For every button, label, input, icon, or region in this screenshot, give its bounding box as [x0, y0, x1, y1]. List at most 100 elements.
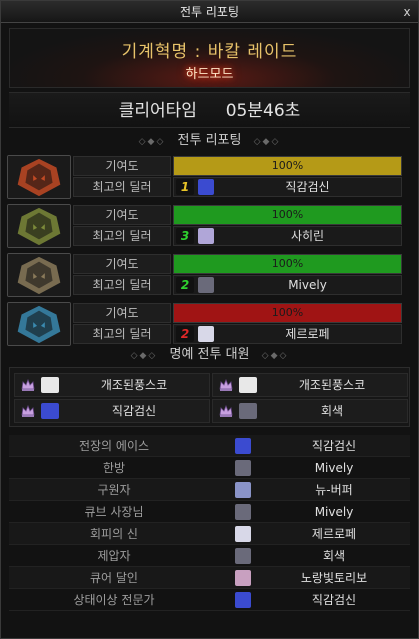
section-title-report: ◇◆◇ 전투 리포팅 ◇◆◇	[9, 130, 410, 152]
rank-badge: 1	[176, 179, 194, 195]
dealer-name: 제르로페	[285, 327, 330, 341]
award-title: 회피의 신	[90, 527, 138, 541]
award-row[interactable]: 상태이상 전문가 직감검신	[9, 589, 410, 611]
award-row[interactable]: 구원자 뉴-버퍼	[9, 479, 410, 501]
character-avatar	[198, 179, 214, 195]
section-title-honor: ◇◆◇ 명예 전투 대원 ◇◆◇	[9, 344, 410, 366]
character-avatar	[41, 403, 59, 419]
best-dealer[interactable]: 2 Mively	[173, 275, 402, 295]
battle-report-window: 전투 리포팅 x 기계혁명 : 바칼 레이드 하드모드 클리어타임 05분46초…	[0, 0, 419, 639]
divider-ornament: ◇◆◇	[138, 137, 166, 147]
award-title: 큐어 달인	[90, 571, 138, 585]
award-row[interactable]: 제압자 회색	[9, 545, 410, 567]
contribution-label: 기여도	[73, 303, 171, 323]
award-row[interactable]: 회피의 신 제르로페	[9, 523, 410, 545]
dealer-name: Mively	[288, 278, 327, 292]
award-list: 전장의 에이스 직감검신한방 Mively 구원자 뉴-버퍼큐브 사장님 Mively 회피…	[9, 435, 410, 611]
divider-ornament: ◇◆◇	[261, 351, 289, 361]
award-title: 구원자	[97, 483, 131, 497]
contribution-value: 100%	[271, 208, 304, 221]
contribution-label: 기여도	[73, 254, 171, 274]
award-title: 전장의 에이스	[78, 439, 150, 453]
honor-member[interactable]: 개조된풍스코	[212, 373, 408, 397]
contribution-value: 100%	[271, 159, 304, 172]
best-dealer[interactable]: 1 직감검신	[173, 177, 402, 197]
best-dealer-label: 최고의 딜러	[73, 275, 171, 295]
contribution-bar: 100%	[173, 205, 402, 225]
rank-badge: 2	[176, 277, 194, 293]
honor-member-name: 직감검신	[111, 404, 157, 418]
award-title: 한방	[102, 461, 126, 475]
award-title: 상태이상 전문가	[73, 593, 155, 607]
character-avatar	[235, 526, 251, 542]
boss-portrait	[7, 302, 71, 346]
difficulty-mode: 하드모드	[185, 67, 234, 82]
character-avatar	[235, 482, 251, 498]
divider-ornament: ◇◆◇	[253, 137, 281, 147]
award-winner-name: 제르로페	[311, 527, 357, 541]
award-winner-name: Mively	[314, 505, 354, 519]
best-dealer-label: 최고의 딜러	[73, 177, 171, 197]
contribution-label: 기여도	[73, 156, 171, 176]
boss-row: 기여도 최고의 딜러 100% 1 직감검신	[7, 155, 412, 199]
close-icon[interactable]: x	[400, 5, 414, 19]
honor-member-name: 개조된풍스코	[100, 378, 168, 392]
award-winner-name: 노랑빛토리보	[300, 571, 368, 585]
best-dealer[interactable]: 3 사히린	[173, 226, 402, 246]
rank-badge: 3	[176, 228, 194, 244]
character-avatar	[235, 570, 251, 586]
award-row[interactable]: 큐어 달인 노랑빛토리보	[9, 567, 410, 589]
divider-ornament: ◇◆◇	[130, 351, 158, 361]
boss-portrait	[7, 204, 71, 248]
contribution-value: 100%	[271, 306, 304, 319]
character-avatar	[198, 228, 214, 244]
character-avatar	[41, 377, 59, 393]
character-avatar	[235, 438, 251, 454]
award-title: 제압자	[97, 549, 131, 563]
contribution-label: 기여도	[73, 205, 171, 225]
raid-name: 기계혁명 : 바칼 레이드	[121, 42, 298, 62]
boss-row: 기여도 최고의 딜러 100% 2 제르로페	[7, 302, 412, 346]
clear-time-label: 클리어타임	[118, 101, 197, 121]
window-titlebar[interactable]: 전투 리포팅 x	[1, 1, 418, 23]
character-avatar	[235, 592, 251, 608]
contribution-bar: 100%	[173, 156, 402, 176]
honor-member[interactable]: 회색	[212, 399, 408, 423]
crown-icon	[219, 404, 233, 417]
award-row[interactable]: 한방 Mively	[9, 457, 410, 479]
award-winner-name: 회색	[322, 549, 346, 563]
award-row[interactable]: 큐브 사장님 Mively	[9, 501, 410, 523]
best-dealer-label: 최고의 딜러	[73, 226, 171, 246]
best-dealer[interactable]: 2 제르로페	[173, 324, 402, 344]
boss-row: 기여도 최고의 딜러 100% 3 사히린	[7, 204, 412, 248]
contribution-bar: 100%	[173, 254, 402, 274]
boss-portrait	[7, 155, 71, 199]
award-winner-name: 뉴-버퍼	[315, 483, 353, 497]
honor-member[interactable]: 개조된풍스코	[14, 373, 210, 397]
window-title: 전투 리포팅	[179, 5, 239, 19]
honor-member-name: 회색	[320, 404, 344, 418]
honor-member[interactable]: 직감검신	[14, 399, 210, 423]
crown-icon	[219, 378, 233, 391]
character-avatar	[235, 548, 251, 564]
honor-members: 개조된풍스코 개조된풍스코직감검신 회색	[9, 367, 410, 427]
boss-portrait	[7, 253, 71, 297]
character-avatar	[235, 504, 251, 520]
character-avatar	[198, 326, 214, 342]
honor-member-name: 개조된풍스코	[298, 378, 366, 392]
boss-row: 기여도 최고의 딜러 100% 2 Mively	[7, 253, 412, 297]
award-winner-name: Mively	[314, 461, 354, 475]
award-winner-name: 직감검신	[311, 439, 357, 453]
rank-badge: 2	[176, 326, 194, 342]
dealer-name: 사히린	[290, 229, 325, 243]
contribution-bar: 100%	[173, 303, 402, 323]
award-row[interactable]: 전장의 에이스 직감검신	[9, 435, 410, 457]
character-avatar	[239, 403, 257, 419]
character-avatar	[235, 460, 251, 476]
section-title-honor-label: 명예 전투 대원	[169, 347, 250, 362]
character-avatar	[239, 377, 257, 393]
clear-time-value: 05분46초	[225, 101, 301, 121]
award-title: 큐브 사장님	[84, 505, 144, 519]
contribution-value: 100%	[271, 257, 304, 270]
character-avatar	[198, 277, 214, 293]
